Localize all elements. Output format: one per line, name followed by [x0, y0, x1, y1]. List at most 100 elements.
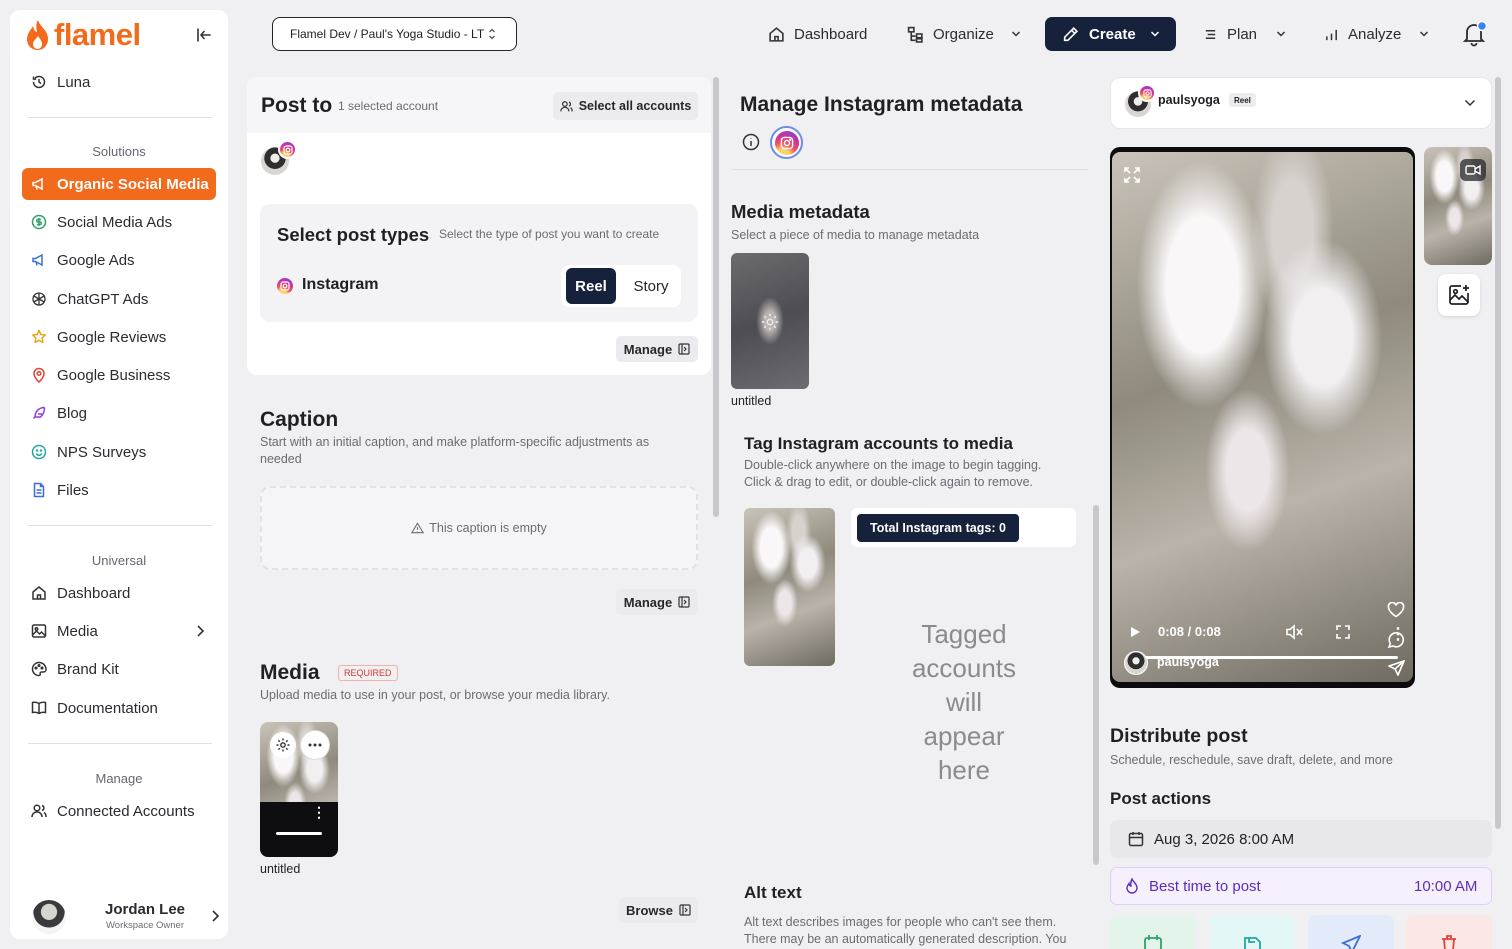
nav-organize[interactable]: Organize	[907, 17, 1021, 51]
megaphone-icon	[30, 176, 47, 193]
create-button[interactable]: Create	[1045, 17, 1176, 51]
sidebar-item-social-media-ads[interactable]: Social Media Ads	[22, 206, 216, 238]
save-icon	[1244, 937, 1261, 949]
nav-dashboard[interactable]: Dashboard	[768, 17, 867, 51]
media-more-button[interactable]	[301, 731, 329, 759]
sidebar-item-brand-kit[interactable]: Brand Kit	[22, 653, 216, 685]
metadata-title: Manage Instagram metadata	[740, 93, 1023, 116]
left-column-scrollbar[interactable]	[713, 77, 719, 517]
section-title-universal: Universal	[91, 553, 147, 568]
workspace-select[interactable]: Flamel Dev / Paul's Yoga Studio - LT	[272, 17, 517, 51]
selected-account-count: 1 selected account	[338, 99, 439, 113]
chevron-down-icon	[1150, 30, 1160, 38]
media-settings-button[interactable]	[270, 732, 296, 758]
collapse-sidebar-button[interactable]	[195, 26, 215, 46]
best-time-label: Best time to post	[1149, 877, 1261, 895]
more-vertical-icon[interactable]: ⋮	[1390, 624, 1406, 644]
preview-thumbnail[interactable]	[1424, 147, 1492, 265]
nav-plan[interactable]: Plan	[1203, 17, 1286, 51]
save-draft-action-button[interactable]	[1209, 915, 1295, 949]
more-vertical-icon: ⋮	[312, 804, 326, 820]
image-icon	[30, 623, 47, 640]
alt-text-hint-1: Alt text describes images for people who…	[744, 915, 1057, 929]
flame-outline-icon	[1126, 878, 1138, 894]
sidebar-item-google-business[interactable]: Google Business	[22, 359, 216, 391]
add-media-button[interactable]	[1438, 274, 1480, 316]
manage-caption-button[interactable]: Manage	[616, 589, 698, 615]
collapse-left-icon	[197, 28, 211, 42]
heart-icon[interactable]	[1387, 602, 1405, 618]
instagram-icon	[277, 278, 293, 294]
sidebar-item-blog[interactable]: Blog	[22, 397, 216, 429]
tag-accounts-title: Tag Instagram accounts to media	[744, 434, 1013, 453]
tagged-accounts-placeholder: Tagged accounts will appear here	[864, 617, 1064, 787]
delete-action-button[interactable]	[1406, 915, 1492, 949]
mute-icon[interactable]	[1285, 624, 1303, 640]
sidebar-item-chatgpt-ads[interactable]: ChatGPT Ads	[22, 283, 216, 315]
select-all-accounts-button[interactable]: Select all accounts	[553, 92, 698, 120]
browse-label: Browse	[626, 902, 673, 918]
publish-action-button[interactable]	[1308, 915, 1394, 949]
nav-analyze[interactable]: Analyze	[1324, 17, 1429, 51]
bell-icon	[1462, 20, 1488, 47]
video-time: 0:08 / 0:08	[1158, 624, 1221, 639]
sidebar-item-google-reviews[interactable]: Google Reviews	[22, 321, 216, 353]
metadata-filename: untitled	[731, 394, 772, 408]
post-type-reel-button[interactable]: Reel	[566, 268, 616, 304]
star-icon	[30, 329, 47, 346]
book-icon	[30, 700, 47, 717]
fullscreen-icon[interactable]	[1336, 625, 1350, 639]
manage-label: Manage	[623, 594, 673, 610]
manage-post-to-button[interactable]: Manage	[616, 336, 698, 362]
sidebar-item-google-ads[interactable]: Google Ads	[22, 244, 216, 276]
alt-text-title: Alt text	[744, 883, 802, 902]
sidebar-item-label: Luna	[57, 73, 91, 91]
middle-column-scrollbar[interactable]	[1093, 505, 1099, 865]
preview-account-select[interactable]: paulsyoga Reel	[1110, 77, 1492, 129]
browse-media-button[interactable]: Browse	[619, 897, 698, 923]
thumbnail-shade	[260, 802, 338, 857]
instagram-icon	[774, 130, 799, 155]
reel-avatar	[1124, 651, 1148, 675]
sidebar-item-files[interactable]: Files	[22, 474, 216, 506]
expand-icon[interactable]	[1122, 165, 1142, 185]
caption-editor[interactable]: This caption is empty	[260, 486, 698, 570]
placeholder-line: accounts	[911, 653, 1017, 683]
sidebar-item-nps-surveys[interactable]: NPS Surveys	[22, 436, 216, 468]
metadata-media-thumbnail[interactable]	[731, 253, 809, 389]
tagging-image[interactable]	[744, 508, 835, 666]
sidebar-item-connected-accounts[interactable]: Connected Accounts	[22, 795, 216, 827]
schedule-action-button[interactable]	[1110, 915, 1196, 949]
chevron-right-icon	[210, 909, 220, 923]
play-icon[interactable]	[1130, 626, 1141, 638]
sidebar-item-organic-social-media[interactable]: Organic Social Media	[22, 168, 216, 200]
send-icon[interactable]	[1388, 660, 1405, 676]
feather-icon	[30, 405, 47, 422]
sidebar-item-documentation[interactable]: Documentation	[22, 692, 216, 724]
divider	[28, 117, 212, 118]
select-all-label: Select all accounts	[578, 99, 692, 113]
tag-count-badge: Total Instagram tags: 0	[857, 514, 1019, 542]
section-title-manage: Manage	[95, 771, 143, 786]
sidebar-item-label: NPS Surveys	[57, 443, 147, 461]
brand-logo[interactable]: flamel	[24, 17, 141, 52]
platform-tab-instagram[interactable]	[770, 126, 803, 159]
sidebar-item-luna[interactable]: Luna	[22, 66, 216, 98]
notifications-button[interactable]	[1460, 20, 1488, 48]
media-metadata-subtitle: Select a piece of media to manage metada…	[731, 228, 980, 242]
reel-badge: Reel	[1229, 93, 1256, 107]
info-button[interactable]	[742, 133, 760, 151]
user-profile-button[interactable]: Jordan Lee Workspace Owner	[20, 896, 220, 946]
post-types-title: Select post types	[277, 224, 430, 245]
chevron-down-icon	[1419, 30, 1429, 38]
schedule-date-picker[interactable]: Aug 3, 2026 8:00 AM	[1110, 820, 1492, 858]
warning-icon	[411, 522, 425, 534]
best-time-button[interactable]: Best time to post 10:00 AM	[1110, 867, 1492, 905]
reel-preview[interactable]: 0:08 / 0:08 ⋮ paulsyoga	[1110, 147, 1415, 688]
post-type-story-button[interactable]: Story	[623, 268, 679, 304]
post-types-subtitle: Select the type of post you want to crea…	[439, 227, 660, 241]
right-column-scrollbar[interactable]	[1495, 77, 1501, 829]
sidebar-item-media[interactable]: Media	[22, 615, 216, 647]
sidebar-item-dashboard[interactable]: Dashboard	[22, 577, 216, 609]
chevron-right-icon	[194, 624, 206, 638]
